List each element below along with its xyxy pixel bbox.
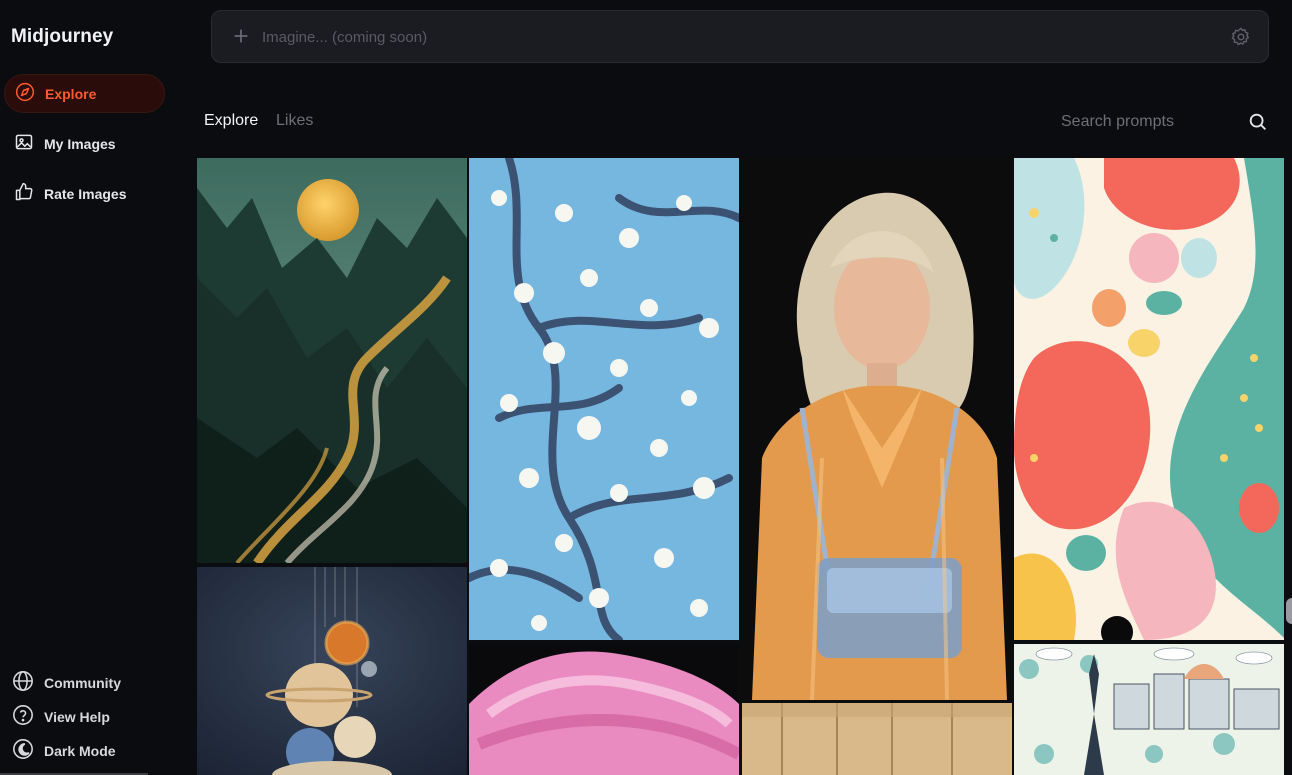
nav-label-explore: Explore xyxy=(45,85,97,102)
tab-explore[interactable]: Explore xyxy=(204,112,258,130)
paris-pattern-image[interactable] xyxy=(1014,644,1284,775)
prompt-bar xyxy=(211,10,1269,63)
nav-label-rate-images: Rate Images xyxy=(44,185,127,202)
nav-label-my-images: My Images xyxy=(44,135,116,152)
abstract-shapes-image[interactable] xyxy=(1014,158,1284,640)
nav-item-explore[interactable]: Explore xyxy=(4,74,165,113)
sidebar: Midjourney Explore My Images Rate Images… xyxy=(0,0,178,775)
planets-mobile-image[interactable] xyxy=(197,567,467,775)
prompt-input[interactable] xyxy=(262,23,1202,51)
tab-likes[interactable]: Likes xyxy=(276,112,313,130)
community-link[interactable]: Community xyxy=(12,670,121,695)
view-help-label: View Help xyxy=(44,708,110,725)
nav-item-my-images[interactable]: My Images xyxy=(4,124,165,163)
scrollbar-handle[interactable] xyxy=(1286,598,1292,624)
brand-logo[interactable]: Midjourney xyxy=(11,26,113,48)
compass-icon xyxy=(15,82,35,105)
dark-mode-toggle[interactable]: Dark Mode xyxy=(12,738,116,763)
pink-hair-image[interactable] xyxy=(469,644,739,775)
mountain-river-image[interactable] xyxy=(197,158,467,563)
image-icon xyxy=(14,132,34,155)
blonde-woman-raincoat-image[interactable] xyxy=(742,158,1012,700)
moon-icon xyxy=(12,738,34,763)
help-icon xyxy=(12,704,34,729)
settings-icon[interactable] xyxy=(1230,26,1252,48)
thumbs-up-icon xyxy=(14,182,34,205)
search-prompts-input[interactable] xyxy=(1061,110,1236,134)
plus-icon[interactable] xyxy=(230,25,252,47)
view-help-link[interactable]: View Help xyxy=(12,704,110,729)
search-icon[interactable] xyxy=(1247,111,1269,133)
community-label: Community xyxy=(44,674,121,691)
wood-planks-image[interactable] xyxy=(742,703,1012,775)
cherry-blossom-image[interactable] xyxy=(469,158,739,640)
dark-mode-label: Dark Mode xyxy=(44,742,116,759)
nav-item-rate-images[interactable]: Rate Images xyxy=(4,174,165,213)
globe-icon xyxy=(12,670,34,695)
